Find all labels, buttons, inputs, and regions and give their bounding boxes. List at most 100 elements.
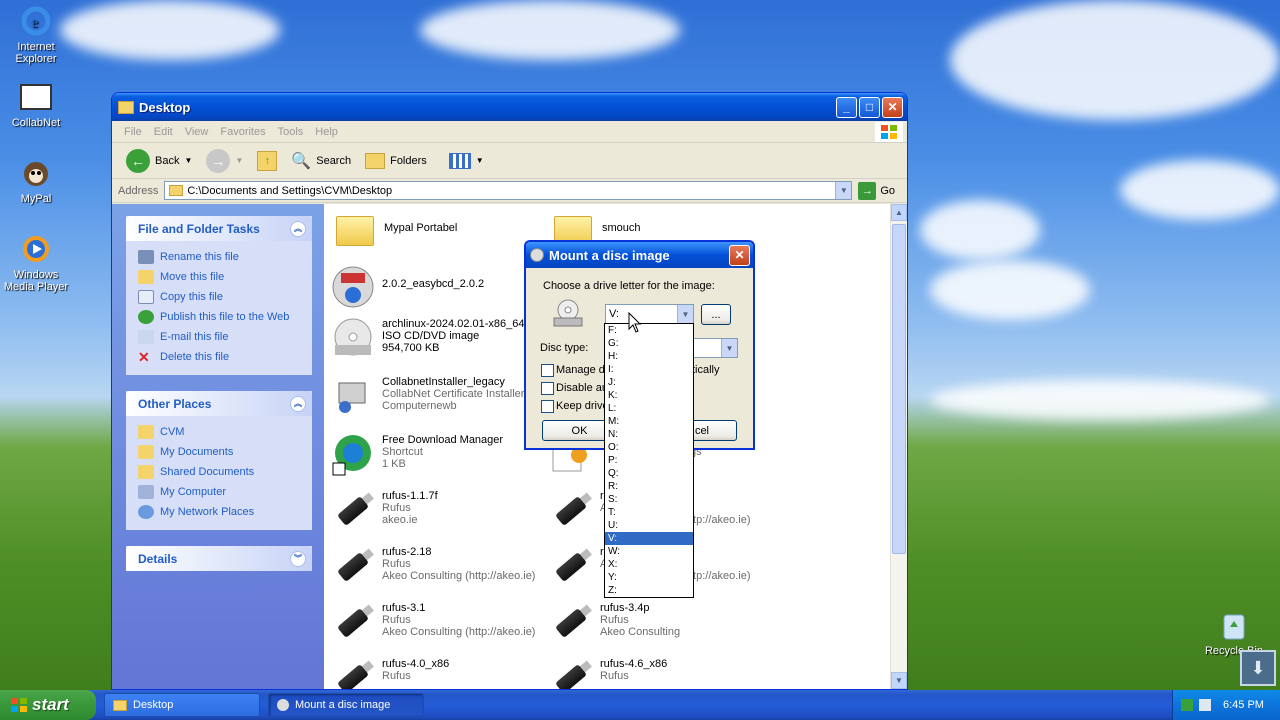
drive-letter-dropdown-list[interactable]: F: G: H: I: J: K: L: M: N: O: P: Q: R: S: T: U: V: W: X: Y:… xyxy=(604,323,694,598)
menu-favorites[interactable]: Favorites xyxy=(220,126,265,138)
window-titlebar[interactable]: Desktop _ □ ✕ xyxy=(112,93,907,121)
network-tray-icon[interactable] xyxy=(1181,699,1193,711)
drive-option[interactable]: O: xyxy=(605,441,693,454)
up-folder-button[interactable]: ↑ xyxy=(253,149,281,173)
folder-icon xyxy=(113,699,127,711)
drive-option[interactable]: M: xyxy=(605,415,693,428)
drive-option[interactable]: R: xyxy=(605,480,693,493)
menu-file[interactable]: File xyxy=(124,126,142,138)
expand-icon[interactable]: ︾ xyxy=(290,550,306,567)
usb-drive-icon xyxy=(337,495,369,527)
task-copy[interactable]: Copy this file xyxy=(138,287,300,307)
chevron-down-icon[interactable]: ▼ xyxy=(677,305,693,323)
manage-checkbox[interactable] xyxy=(541,364,554,377)
task-publish[interactable]: Publish this file to the Web xyxy=(138,307,300,327)
drive-option[interactable]: J: xyxy=(605,376,693,389)
menu-view[interactable]: View xyxy=(185,126,209,138)
list-item[interactable]: Mypal Portabel xyxy=(332,208,548,254)
task-move[interactable]: Move this file xyxy=(138,267,300,287)
collabnet-icon xyxy=(19,80,53,114)
folder-icon xyxy=(118,100,134,114)
drive-option[interactable]: N: xyxy=(605,428,693,441)
vertical-scrollbar[interactable]: ▲ ▼ xyxy=(890,204,907,689)
start-button[interactable]: start xyxy=(0,690,96,720)
list-item[interactable]: Free Download Manager Shortcut 1 KB xyxy=(330,432,546,478)
desktop-icon-internet-explorer[interactable]: e Internet Explorer xyxy=(0,4,72,65)
task-email[interactable]: E-mail this file xyxy=(138,327,300,347)
forward-button[interactable]: → ▼ xyxy=(202,147,247,175)
windows-logo-icon xyxy=(10,697,28,713)
list-item[interactable]: archlinux-2024.02.01-x86_64 ISO CD/DVD im… xyxy=(330,314,546,360)
chevron-down-icon[interactable]: ▼ xyxy=(184,156,192,165)
drive-option[interactable]: L: xyxy=(605,402,693,415)
minimize-button[interactable]: _ xyxy=(836,96,857,118)
keep-drive-checkbox[interactable] xyxy=(541,400,554,413)
folders-button[interactable]: Folders xyxy=(361,151,431,171)
list-item[interactable]: rufus-1.1.7f Rufus akeo.ie xyxy=(330,488,546,534)
place-shared-documents[interactable]: Shared Documents xyxy=(138,462,300,482)
list-item[interactable]: rufus-4.6_x86 Rufus xyxy=(548,656,764,689)
list-item[interactable]: rufus-4.0_x86 Rufus xyxy=(330,656,546,689)
usb-drive-icon xyxy=(337,551,369,583)
address-input[interactable]: C:\Documents and Settings\CVM\Desktop ▼ xyxy=(164,181,853,200)
scroll-down-icon[interactable]: ▼ xyxy=(891,672,907,689)
maximize-button[interactable]: □ xyxy=(859,96,880,118)
drive-option[interactable]: G: xyxy=(605,337,693,350)
desktop-icon-mypal[interactable]: MyPal xyxy=(0,156,72,205)
place-my-network[interactable]: My Network Places xyxy=(138,502,300,522)
menu-tools[interactable]: Tools xyxy=(278,126,304,138)
dialog-titlebar[interactable]: Mount a disc image ✕ xyxy=(526,242,753,268)
drive-option[interactable]: I: xyxy=(605,363,693,376)
security-tray-icon[interactable] xyxy=(1199,699,1211,711)
search-button[interactable]: 🔍 Search xyxy=(287,149,355,173)
menu-edit[interactable]: Edit xyxy=(154,126,173,138)
browse-button[interactable]: ... xyxy=(701,304,731,325)
list-item[interactable]: CollabnetInstaller_legacy CollabNet Certi… xyxy=(330,374,546,420)
drive-option[interactable]: F: xyxy=(605,324,693,337)
back-button[interactable]: ← Back ▼ xyxy=(122,147,196,175)
list-item[interactable]: rufus-2.18 Rufus Akeo Consulting (http://a… xyxy=(330,544,546,590)
scroll-up-icon[interactable]: ▲ xyxy=(891,204,907,221)
place-my-documents[interactable]: My Documents xyxy=(138,442,300,462)
address-dropdown-icon[interactable]: ▼ xyxy=(835,182,852,199)
close-button[interactable]: ✕ xyxy=(882,96,903,118)
place-cvm[interactable]: CVM xyxy=(138,422,300,442)
scroll-thumb[interactable] xyxy=(892,224,906,554)
desktop-icon-windows-media-player[interactable]: Windows Media Player xyxy=(0,232,72,293)
drive-option[interactable]: H: xyxy=(605,350,693,363)
drive-option[interactable]: Z: xyxy=(605,584,693,597)
task-rename[interactable]: Rename this file xyxy=(138,247,300,267)
list-item[interactable]: rufus-3.4p Rufus Akeo Consulting xyxy=(548,600,764,646)
drive-option[interactable]: S: xyxy=(605,493,693,506)
chevron-down-icon[interactable]: ▼ xyxy=(721,339,737,357)
panel-header[interactable]: File and Folder Tasks ︽ xyxy=(126,216,312,241)
list-item[interactable]: 2.0.2_easybcd_2.0.2 xyxy=(330,264,546,310)
menu-help[interactable]: Help xyxy=(315,126,338,138)
task-delete[interactable]: ✕ Delete this file xyxy=(138,347,300,367)
taskbar-item-mount[interactable]: Mount a disc image xyxy=(268,693,424,717)
drive-option[interactable]: V: xyxy=(605,532,693,545)
drive-option[interactable]: Q: xyxy=(605,467,693,480)
drive-option[interactable]: X: xyxy=(605,558,693,571)
drive-option[interactable]: W: xyxy=(605,545,693,558)
taskbar-item-desktop[interactable]: Desktop xyxy=(104,693,260,717)
dialog-close-button[interactable]: ✕ xyxy=(729,244,750,266)
chevron-down-icon[interactable]: ▼ xyxy=(235,156,243,165)
place-my-computer[interactable]: My Computer xyxy=(138,482,300,502)
panel-header[interactable]: Details ︾ xyxy=(126,546,312,571)
views-button[interactable]: ▼ xyxy=(445,151,488,171)
download-indicator[interactable]: ⬇ xyxy=(1240,650,1276,686)
panel-header[interactable]: Other Places ︽ xyxy=(126,391,312,416)
drive-option[interactable]: Y: xyxy=(605,571,693,584)
list-item[interactable]: rufus-3.1 Rufus Akeo Consulting (http://ak… xyxy=(330,600,546,646)
drive-letter-select[interactable]: V: ▼ xyxy=(605,304,694,324)
drive-option[interactable]: K: xyxy=(605,389,693,402)
drive-option[interactable]: U: xyxy=(605,519,693,532)
collapse-icon[interactable]: ︽ xyxy=(290,395,306,412)
disable-autoplay-checkbox[interactable] xyxy=(541,382,554,395)
desktop-icon-collabnet[interactable]: CollabNet xyxy=(0,80,72,129)
go-button[interactable]: → Go xyxy=(858,181,895,200)
collapse-icon[interactable]: ︽ xyxy=(290,220,306,237)
drive-option[interactable]: P: xyxy=(605,454,693,467)
drive-option[interactable]: T: xyxy=(605,506,693,519)
